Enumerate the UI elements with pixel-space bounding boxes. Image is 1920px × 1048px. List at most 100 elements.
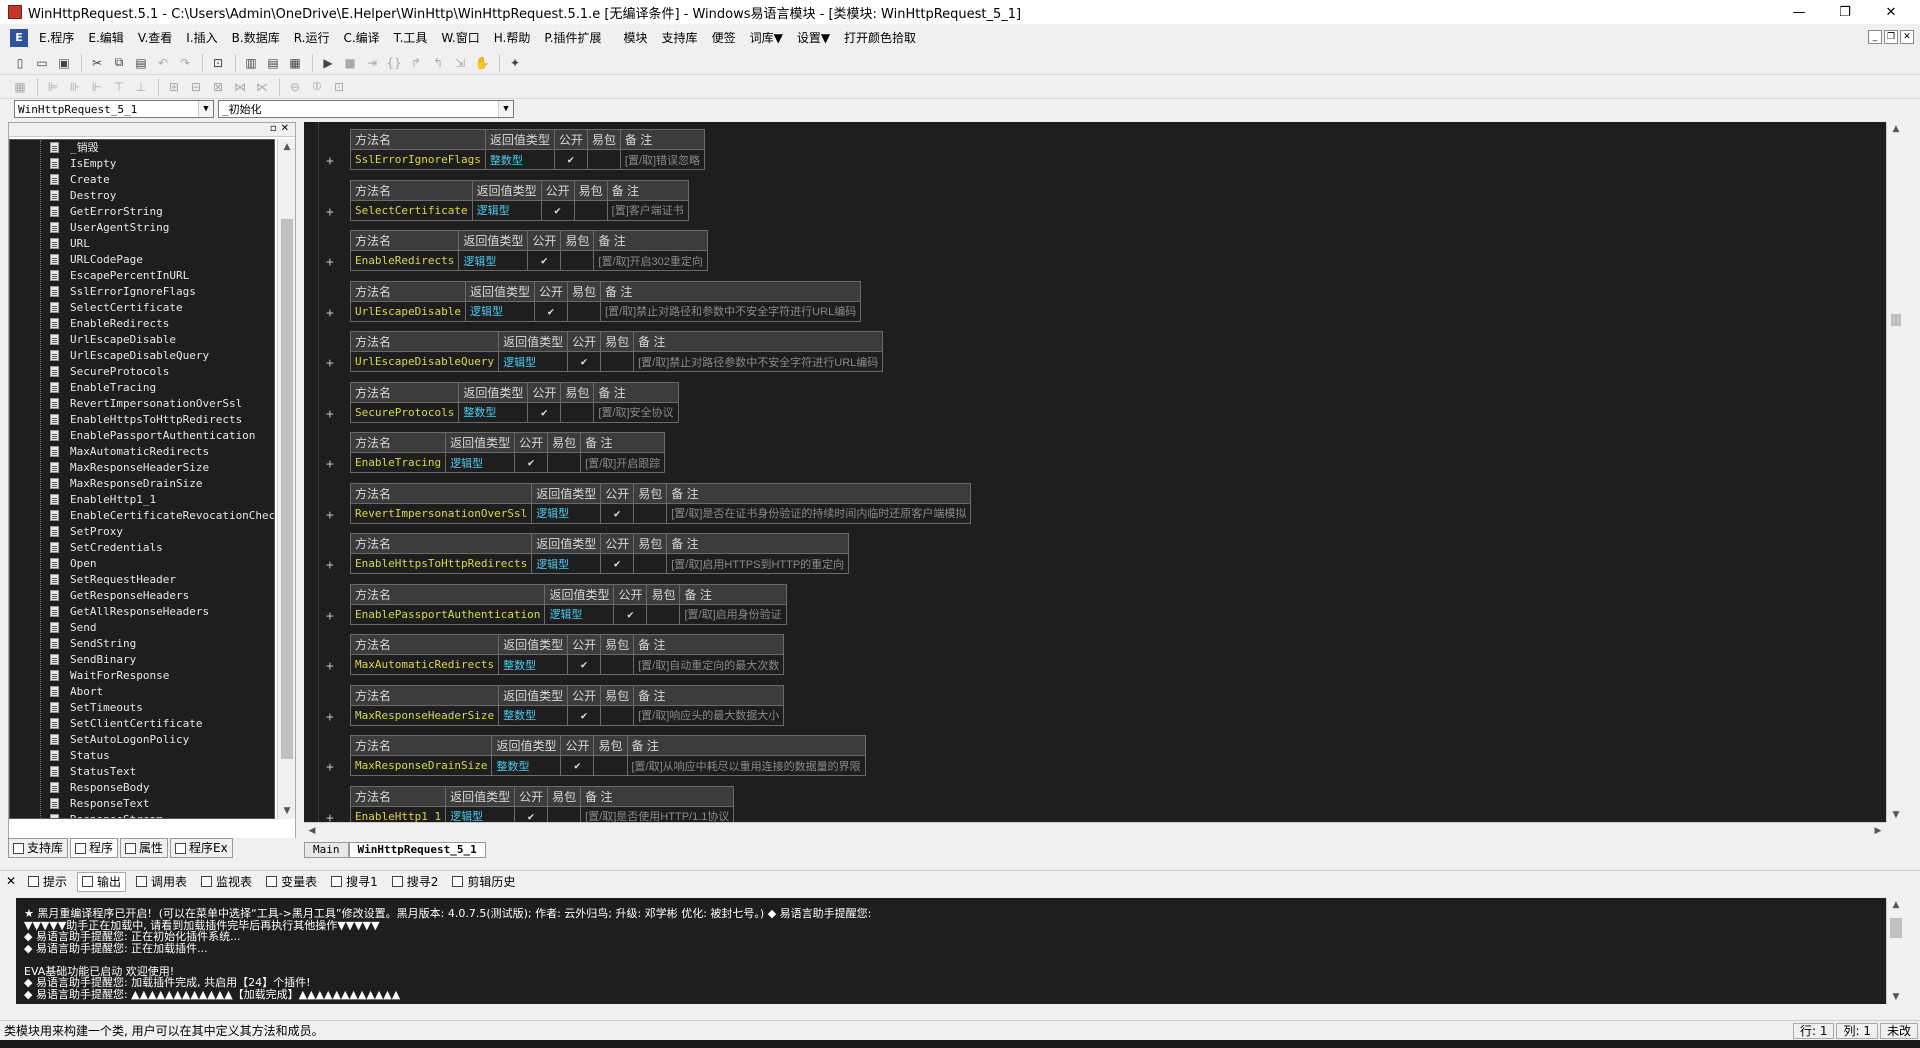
tree-item[interactable]: Status [10, 748, 274, 764]
layout-3-icon[interactable]: ▦ [285, 53, 305, 73]
easy-pack-cell[interactable] [586, 149, 621, 170]
return-type-cell[interactable]: 整数型 [458, 401, 529, 423]
tree-item[interactable]: UrlEscapeDisableQuery [10, 348, 274, 364]
align-middle-icon[interactable]: ⊥ [131, 77, 151, 97]
remark-cell[interactable]: [置/取]安全协议 [593, 401, 679, 423]
tree-item[interactable]: SendString [10, 636, 274, 652]
tree-item[interactable]: StatusText [10, 764, 274, 780]
tree-scrollbar[interactable]: ▲ ▼ [277, 139, 295, 819]
public-check-cell[interactable]: ✔ [567, 351, 602, 372]
tree-item[interactable]: EnableHttp1_1 [10, 492, 274, 508]
tab-variables[interactable]: 变量表 [262, 872, 321, 892]
hand-icon[interactable]: ✋ [472, 53, 492, 73]
menu-compile[interactable]: C.编译 [336, 27, 386, 49]
undo-icon[interactable]: ↶ [153, 53, 173, 73]
tree-item[interactable]: GetResponseHeaders [10, 588, 274, 604]
tree-item[interactable]: SetRequestHeader [10, 572, 274, 588]
scroll-up-icon[interactable]: ▲ [1887, 122, 1905, 136]
remark-cell[interactable]: [置/取]禁止对路径和参数中不安全字符进行URL编码 [600, 300, 862, 322]
center-horizontal-icon[interactable]: ⊖ [285, 77, 305, 97]
easy-pack-cell[interactable] [600, 704, 635, 726]
method-name-cell[interactable]: MaxResponseDrainSize [349, 755, 493, 776]
public-check-cell[interactable]: ✔ [560, 755, 595, 776]
easy-pack-cell[interactable] [593, 755, 628, 776]
scroll-thumb[interactable] [1890, 918, 1902, 938]
paste-icon[interactable]: ▤ [131, 53, 151, 73]
tree-item[interactable]: ResponseStream [10, 812, 274, 818]
return-type-cell[interactable]: 逻辑型 [445, 805, 516, 822]
expand-plus-icon[interactable]: + [326, 205, 334, 220]
tree-item[interactable]: URL [10, 236, 274, 252]
tree-item[interactable]: MaxResponseDrainSize [10, 476, 274, 492]
remark-cell[interactable]: [置]客户端证书 [606, 199, 689, 221]
same-size-icon[interactable]: ⊠ [208, 77, 228, 97]
remark-cell[interactable]: [置/取]禁止对路径参数中不安全字符进行URL编码 [633, 351, 884, 372]
public-check-cell[interactable]: ✔ [527, 250, 562, 271]
expand-plus-icon[interactable]: + [326, 154, 334, 169]
easy-pack-cell[interactable] [646, 603, 681, 625]
center-vertical-icon[interactable]: ⦶ [307, 77, 327, 97]
easy-pack-cell[interactable] [600, 351, 635, 372]
return-type-cell[interactable]: 逻辑型 [498, 351, 569, 372]
method-name-cell[interactable]: EnableHttp1_1 [349, 805, 447, 822]
easy-pack-cell[interactable] [547, 452, 582, 473]
public-check-cell[interactable]: ✔ [514, 452, 549, 473]
tab-properties[interactable]: 属性 [120, 838, 169, 858]
tree-item[interactable]: Open [10, 556, 274, 572]
menu-insert[interactable]: I.插入 [179, 27, 224, 49]
return-type-cell[interactable]: 整数型 [491, 755, 562, 776]
remark-cell[interactable]: [置/取]是否在证书身份验证的持续时间内临时还原客户端模拟 [666, 502, 972, 524]
easy-pack-cell[interactable] [600, 654, 635, 675]
tree-item[interactable]: Send [10, 620, 274, 636]
step-icon[interactable]: ⇥ [362, 53, 382, 73]
tab-clip-history[interactable]: 剪辑历史 [448, 872, 519, 892]
menu-settings[interactable]: 设置▼ [790, 27, 837, 49]
same-width-icon[interactable]: ⊞ [164, 77, 184, 97]
public-check-cell[interactable]: ✔ [553, 149, 588, 170]
return-type-cell[interactable]: 整数型 [484, 149, 555, 170]
easy-pack-cell[interactable] [560, 250, 595, 271]
expand-plus-icon[interactable]: + [326, 659, 334, 674]
panel-close-icon[interactable]: ✕ [6, 874, 16, 888]
tab-program[interactable]: 程序 [70, 838, 119, 858]
return-type-cell[interactable]: 逻辑型 [531, 553, 602, 574]
easy-pack-cell[interactable] [633, 553, 668, 574]
method-name-cell[interactable]: SecureProtocols [349, 401, 460, 423]
chevron-down-icon[interactable]: ▼ [498, 101, 513, 117]
menu-module[interactable]: 模块 [617, 27, 655, 49]
menu-color-picker[interactable]: 打开颜色拾取 [837, 27, 923, 49]
tree-item[interactable]: SecureProtocols [10, 364, 274, 380]
expand-plus-icon[interactable]: + [326, 407, 334, 422]
easy-pack-cell[interactable] [566, 300, 602, 322]
method-name-cell[interactable]: EnablePassportAuthentication [349, 603, 546, 625]
scroll-thumb[interactable] [281, 219, 293, 759]
tree-item[interactable]: SendBinary [10, 652, 274, 668]
expand-plus-icon[interactable]: + [326, 508, 334, 523]
tree-item[interactable]: RevertImpersonationOverSsl [10, 396, 274, 412]
step-out-icon[interactable]: ↰ [428, 53, 448, 73]
menu-run[interactable]: R.运行 [287, 27, 337, 49]
space-vertical-icon[interactable]: ⋉ [252, 77, 272, 97]
editor-hscrollbar[interactable]: ◀ ▶ [304, 822, 1886, 838]
public-check-cell[interactable]: ✔ [527, 401, 562, 423]
return-type-cell[interactable]: 逻辑型 [445, 452, 516, 473]
remark-cell[interactable]: [置/取]响应头的最大数据大小 [633, 704, 785, 726]
tree-item[interactable]: SelectCertificate [10, 300, 274, 316]
public-check-cell[interactable]: ✔ [600, 502, 635, 524]
expand-plus-icon[interactable]: + [326, 609, 334, 624]
expand-plus-icon[interactable]: + [326, 356, 334, 371]
tree-item[interactable]: Abort [10, 684, 274, 700]
menu-help[interactable]: H.帮助 [487, 27, 538, 49]
scroll-thumb[interactable] [1891, 314, 1901, 326]
panel-close-icon[interactable]: ✕ [281, 123, 289, 136]
minimize-button[interactable]: — [1776, 0, 1822, 24]
return-type-cell[interactable]: 逻辑型 [471, 199, 542, 221]
menu-notes[interactable]: 便签 [705, 27, 743, 49]
method-name-cell[interactable]: EnableRedirects [349, 250, 460, 271]
tree-item[interactable]: MaxResponseHeaderSize [10, 460, 274, 476]
align-grid-icon[interactable]: ▦ [10, 77, 30, 97]
method-name-cell[interactable]: EnableTracing [349, 452, 447, 473]
menu-database[interactable]: B.数据库 [225, 27, 287, 49]
expand-plus-icon[interactable]: + [326, 558, 334, 573]
easy-pack-cell[interactable] [633, 502, 668, 524]
